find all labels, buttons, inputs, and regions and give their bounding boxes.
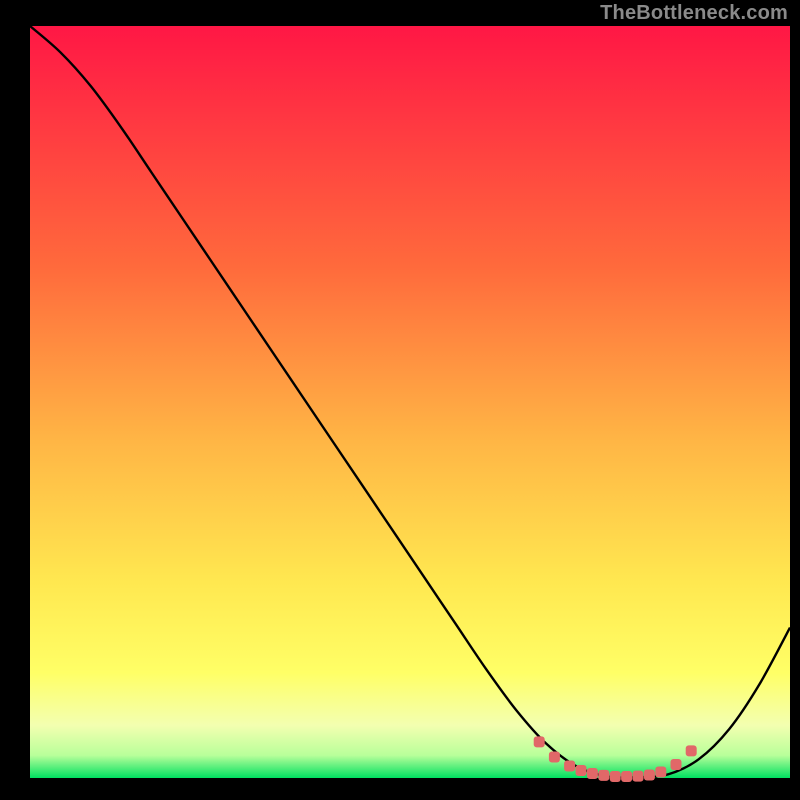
chart-canvas: TheBottleneck.com [0, 0, 800, 800]
data-marker [644, 769, 655, 780]
watermark-text: TheBottleneck.com [600, 2, 788, 25]
data-marker [610, 771, 621, 782]
chart-svg [0, 0, 800, 800]
data-marker [655, 766, 666, 777]
data-marker [621, 771, 632, 782]
data-marker [564, 760, 575, 771]
data-marker [633, 771, 644, 782]
data-marker [686, 745, 697, 756]
data-marker [534, 736, 545, 747]
plot-area [30, 26, 790, 778]
data-marker [671, 759, 682, 770]
data-marker [549, 751, 560, 762]
data-marker [576, 765, 587, 776]
data-marker [598, 770, 609, 781]
data-marker [587, 768, 598, 779]
